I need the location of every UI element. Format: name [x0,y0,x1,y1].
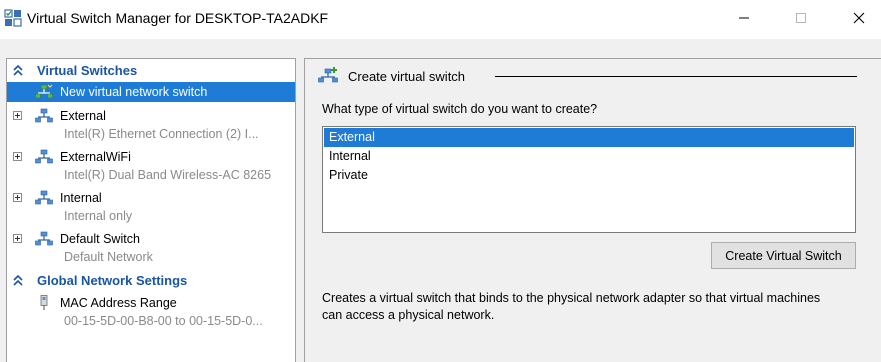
section-header-virtual-switches[interactable]: Virtual Switches [7,61,295,81]
create-virtual-switch-button[interactable]: Create Virtual Switch [711,242,856,269]
details-panel: Create virtual switch What type of virtu… [304,58,881,362]
maximize-icon [796,13,806,23]
section-header-global-network-settings[interactable]: Global Network Settings [7,271,295,291]
expand-plus-icon[interactable] [13,234,22,243]
tree-item-label: ExternalWiFi [60,150,131,164]
section-header-label: Global Network Settings [37,273,188,288]
tree-item-external[interactable]: External [7,106,295,126]
close-icon [853,12,865,24]
tree-item-new-virtual-switch[interactable]: New virtual network switch [7,82,295,102]
tree-item-label: New virtual network switch [60,85,208,99]
tree-item-label: Internal [60,191,102,205]
left-navigation-panel: Virtual Switches New virtual network swi… [6,58,296,362]
switch-type-listbox[interactable]: External Internal Private [322,126,856,233]
new-network-switch-icon [318,67,338,83]
collapse-chevron-icon [13,275,23,286]
minimize-icon [739,17,749,19]
switch-type-description: Creates a virtual switch that binds to t… [322,291,821,322]
title-bar: Virtual Switch Manager for DESKTOP-TA2AD… [0,0,881,39]
switch-type-option-internal[interactable]: Internal [324,147,854,166]
tree-item-mac-address-range[interactable]: MAC Address Range [7,293,295,313]
network-switch-icon [35,231,53,246]
switch-type-prompt: What type of virtual switch do you want … [322,102,598,116]
close-button[interactable] [836,0,881,36]
switch-type-option-private[interactable]: Private [324,166,854,185]
window-title: Virtual Switch Manager for DESKTOP-TA2AD… [27,10,329,26]
heading-divider [495,76,857,77]
section-header-label: Virtual Switches [37,63,138,78]
adapter-description: Default Network [64,250,153,264]
expand-plus-icon[interactable] [13,193,22,202]
adapter-description: Internal only [64,209,133,223]
network-switch-icon [35,190,53,205]
adapter-description: Intel(R) Ethernet Connection (2) I... [64,127,259,141]
switch-type-option-external[interactable]: External [324,128,854,147]
tree-item-label: External [60,109,106,123]
tree-item-label: MAC Address Range [60,296,177,310]
mac-range-value: 00-15-5D-00-B8-00 to 00-15-5D-0... [64,314,263,328]
panel-heading: Create virtual switch [348,69,466,84]
adapter-description: Intel(R) Dual Band Wireless-AC 8265 [64,168,272,182]
tree-item-internal[interactable]: Internal [7,188,295,208]
minimize-button[interactable] [721,0,767,36]
maximize-button[interactable] [778,0,824,36]
expand-plus-icon[interactable] [13,152,22,161]
network-switch-icon [35,108,53,123]
tree-item-label: Default Switch [60,232,140,246]
collapse-chevron-icon [13,65,23,76]
switch-manager-icon [4,9,22,27]
tree-item-externalwifi[interactable]: ExternalWiFi [7,147,295,167]
expand-plus-icon[interactable] [13,111,22,120]
tree-item-default-switch[interactable]: Default Switch [7,229,295,249]
network-switch-icon [35,149,53,164]
new-network-switch-icon [35,84,53,99]
network-adapter-icon [40,295,48,310]
